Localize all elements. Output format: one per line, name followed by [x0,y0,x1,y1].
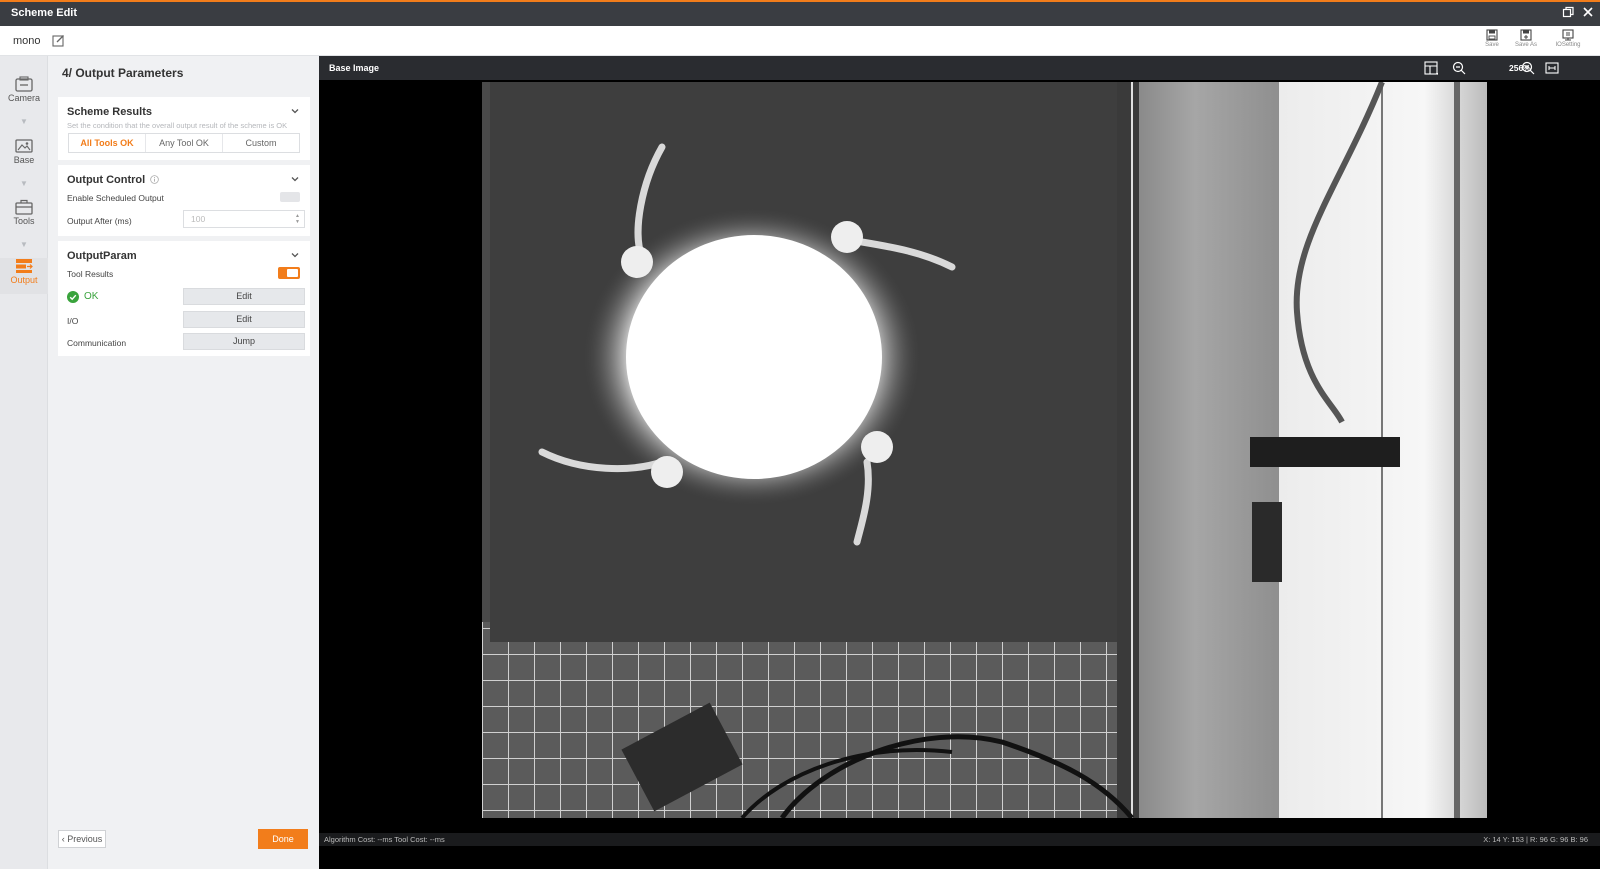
io-setting-icon [1562,29,1574,41]
save-as-button[interactable]: Save As [1509,29,1543,55]
scheme-results-description: Set the condition that the overall outpu… [67,121,288,130]
fit-screen-icon[interactable] [1545,61,1559,75]
nav-tools-label: Tools [13,216,35,226]
viewer-title: Base Image [329,63,380,73]
enable-scheduled-output-toggle[interactable] [280,192,300,202]
ok-status-label: OK [84,291,99,302]
save-button[interactable]: Save [1475,29,1509,55]
nav-camera-label: Camera [7,93,40,103]
previous-label: Previous [67,834,103,844]
tool-results-label: Tool Results [67,269,114,279]
step-nav: Camera ▼ Base ▼ Tools ▼ Output [0,56,48,869]
communication-label: Communication [67,338,127,348]
spinner-arrows-icon[interactable]: ▲ ▼ [295,213,300,225]
title-bar: Scheme Edit [0,0,1600,26]
image-icon [15,139,33,153]
result-condition-selector: All Tools OK Any Tool OK Custom [68,133,300,153]
option-all-tools-ok[interactable]: All Tools OK [69,134,146,152]
nav-step-arrow: ▼ [20,179,28,188]
io-label: I/O [67,316,79,326]
camera-image-canvas [482,82,1487,818]
window-title: Scheme Edit [11,7,78,19]
nav-step-arrow: ▼ [20,117,28,126]
scheme-toolbar: mono Save Save As IOSetting [0,26,1600,56]
restore-icon[interactable] [1561,6,1575,20]
nav-output[interactable]: Output [0,258,48,294]
chevron-down-icon[interactable] [290,174,300,184]
output-icon [16,259,33,273]
nav-tools[interactable]: Tools [0,199,48,239]
io-edit-button[interactable]: Edit [183,311,305,328]
output-after-input[interactable]: 100 ▲ ▼ [183,210,305,228]
previous-button[interactable]: ‹ Previous [58,830,106,848]
output-control-title-text: Output Control [67,174,146,186]
output-after-label: Output After (ms) [67,216,132,226]
option-custom[interactable]: Custom [223,134,299,152]
output-param-title: OutputParam [67,250,137,262]
save-label: Save [1485,42,1499,48]
info-icon[interactable] [150,175,160,184]
save-as-label: Save As [1514,42,1537,48]
tool-results-toggle[interactable] [278,267,300,279]
chevron-down-icon[interactable] [290,106,300,116]
chevron-down-icon[interactable] [290,250,300,260]
image-viewer: Base Image 256% Algorithm Cost: --ms Too… [319,56,1600,869]
zoom-in-icon[interactable] [1521,61,1535,75]
check-circle-icon [67,291,79,303]
output-param-card: OutputParam Tool Results OK Edit I/O Edi… [58,241,310,356]
camera-image[interactable] [482,82,1487,818]
nav-output-label: Output [10,275,38,285]
nav-base[interactable]: Base [0,138,48,178]
zoom-out-icon[interactable] [1452,61,1466,75]
pixel-info: X: 14 Y: 153 | R: 96 G: 96 B: 96 [1483,835,1588,844]
output-control-card: Output Control Enable Scheduled Output O… [58,165,310,236]
save-icon [1486,29,1498,41]
cost-status: Algorithm Cost: --ms Tool Cost: --ms [324,835,445,844]
scheme-results-card: Scheme Results Set the condition that th… [58,97,310,160]
option-any-tool-ok[interactable]: Any Tool OK [146,134,223,152]
ok-edit-button[interactable]: Edit [183,288,305,305]
nav-camera[interactable]: Camera [0,76,48,116]
layout-icon[interactable] [1424,61,1438,75]
enable-scheduled-output-label: Enable Scheduled Output [67,193,164,203]
io-setting-label: IOSetting [1555,42,1581,48]
status-bar: Algorithm Cost: --ms Tool Cost: --ms X: … [319,833,1600,846]
nav-step-arrow: ▼ [20,240,28,249]
viewer-toolbar: Base Image 256% [319,56,1600,80]
output-after-placeholder: 100 [191,214,206,224]
done-button[interactable]: Done [258,829,308,849]
scheme-name: mono [13,35,41,47]
output-control-title: Output Control [67,174,160,186]
communication-jump-button[interactable]: Jump [183,333,305,350]
save-as-icon [1520,29,1532,41]
edit-name-icon[interactable] [52,34,65,47]
page-title: 4/ Output Parameters [62,66,184,80]
close-icon[interactable] [1581,6,1595,20]
scheme-results-title: Scheme Results [67,106,152,118]
io-setting-button[interactable]: IOSetting [1551,29,1585,55]
toolbox-icon [15,199,33,215]
nav-base-label: Base [13,155,35,165]
parameter-panel: 4/ Output Parameters Scheme Results Set … [48,56,319,869]
camera-icon [15,76,33,92]
